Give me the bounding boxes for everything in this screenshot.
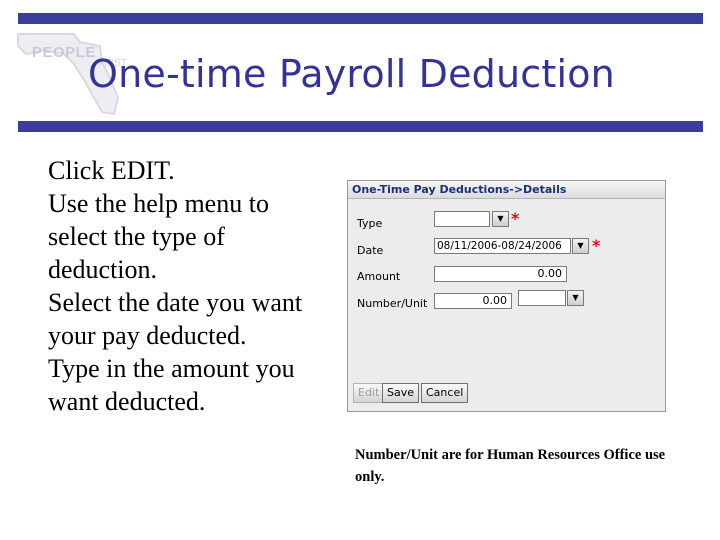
instruction-item: Select the date you want your pay deduct…	[48, 288, 303, 350]
page-title: One-time Payroll Deduction	[88, 52, 615, 96]
number-unit-label: Number/Unit	[357, 297, 428, 310]
date-dropdown-button[interactable]: ▼	[572, 238, 589, 254]
edit-button[interactable]: Edit	[353, 383, 385, 403]
date-required-mark: *	[592, 236, 601, 255]
cancel-button[interactable]: Cancel	[421, 383, 469, 403]
deduction-details-panel: One-Time Pay Deductions->Details Type ▼ …	[347, 180, 666, 412]
number-unit-field[interactable]: 0.00	[434, 293, 512, 309]
save-button[interactable]: Save	[382, 383, 420, 403]
type-required-mark: *	[511, 209, 520, 228]
amount-field[interactable]: 0.00	[434, 266, 567, 282]
top-divider-bar	[18, 13, 703, 24]
date-field[interactable]: 08/11/2006-08/24/2006	[434, 238, 571, 254]
type-label: Type	[357, 217, 383, 230]
title-underline-bar	[18, 121, 703, 132]
date-label: Date	[357, 244, 384, 257]
instruction-item: Type in the amount you want deducted.	[48, 354, 295, 416]
note-text: Number/Unit are for Human Resources Offi…	[355, 447, 666, 485]
type-dropdown-button[interactable]: ▼	[492, 211, 509, 227]
instruction-list: Click EDIT. Use the help menu to select …	[48, 154, 318, 418]
unit-dropdown-button[interactable]: ▼	[567, 290, 584, 306]
instruction-item: Use the help menu to select the type of …	[48, 189, 269, 284]
logo-text: PEOPLE	[32, 44, 96, 61]
type-field[interactable]	[434, 211, 490, 227]
amount-label: Amount	[357, 270, 401, 283]
unit-select-field[interactable]	[518, 290, 566, 306]
instruction-item: Click EDIT.	[48, 156, 175, 185]
panel-header: One-Time Pay Deductions->Details	[348, 181, 665, 199]
